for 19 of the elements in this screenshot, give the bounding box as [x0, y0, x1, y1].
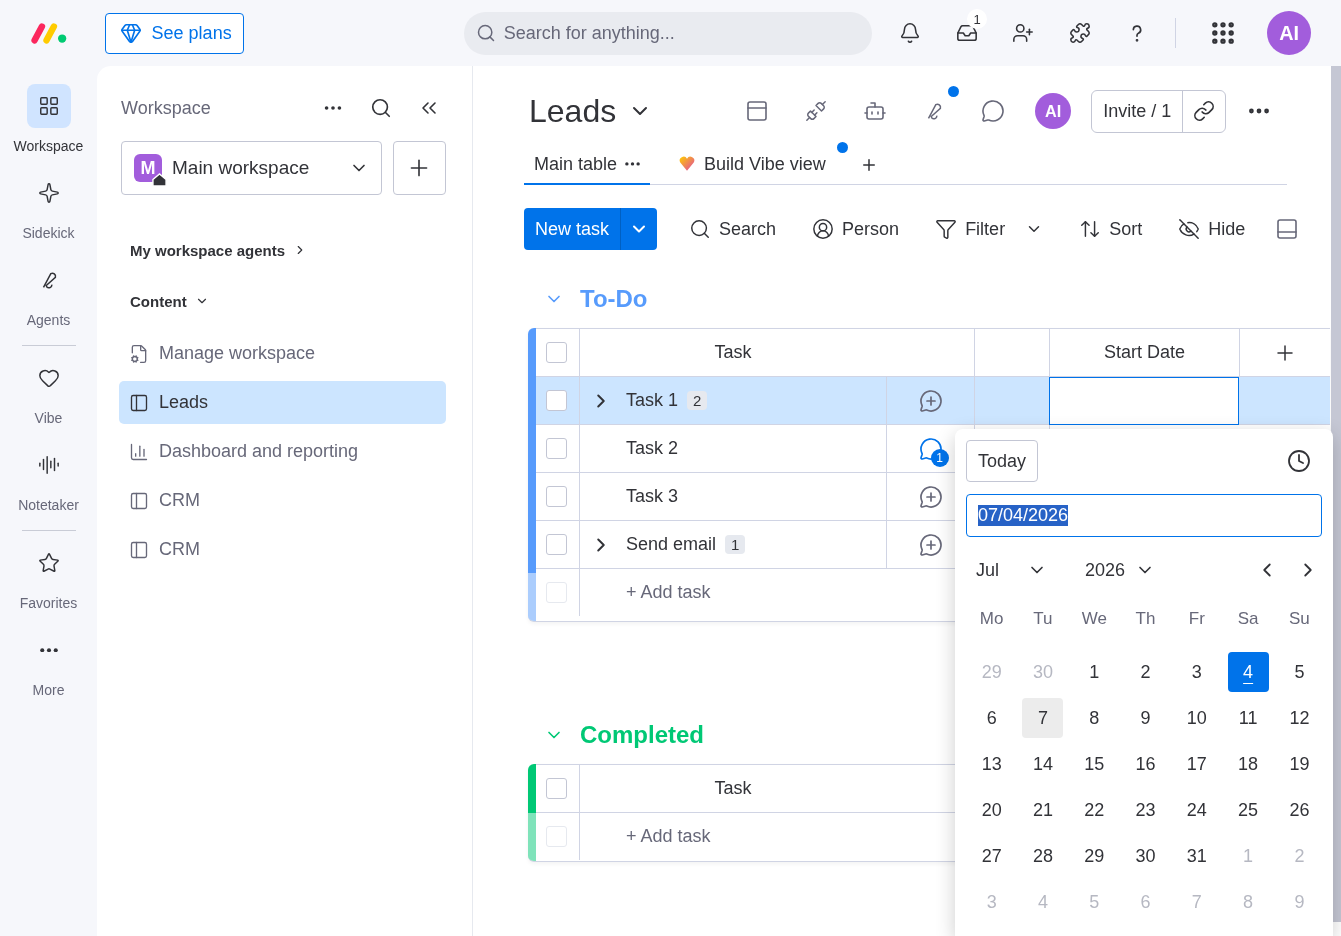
weekday-label: Th [1134, 608, 1157, 630]
weekday-label: Fr [1187, 608, 1206, 630]
update-count-badge: 1 [930, 448, 949, 467]
task-name: Task 3 [626, 486, 679, 507]
weekday-label: Tu [1032, 608, 1054, 630]
sidebar-title: Workspace [121, 97, 212, 119]
subitem-count: 2 [687, 391, 708, 410]
task-name: Task 1 [626, 390, 679, 411]
column-header: Start Date [1103, 342, 1185, 363]
weekday-label: We [1080, 608, 1108, 630]
column-header: Task [714, 342, 752, 363]
weekday-label: Mo [978, 608, 1005, 630]
subitem-count: 1 [725, 535, 746, 554]
task-name: Send email [626, 534, 717, 555]
column-header: Task [714, 778, 752, 799]
weekday-label: Su [1288, 608, 1311, 630]
weekday-label: Sa [1236, 608, 1260, 630]
task-name: Task 2 [626, 438, 679, 459]
inbox-count: 1 [967, 9, 988, 29]
